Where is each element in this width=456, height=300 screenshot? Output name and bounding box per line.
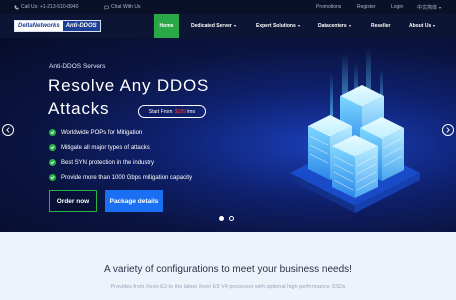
section-title: A variety of configurations to meet your… bbox=[104, 264, 352, 275]
nav-dedicated-server[interactable]: Dedicated Server bbox=[191, 14, 236, 38]
nav-dedicated-label: Dedicated Server bbox=[191, 23, 232, 29]
chevron-down-icon bbox=[433, 25, 436, 27]
nav-expert-label: Expert Solutions bbox=[256, 23, 296, 29]
features-section: A variety of configurations to meet your… bbox=[0, 232, 456, 300]
price-suffix: /mo bbox=[186, 108, 196, 115]
feature-text: Provide more than 1000 Gbps mitigation c… bbox=[61, 174, 193, 181]
hero-kicker: Anti-DDOS Servers bbox=[49, 63, 106, 70]
slider-dots bbox=[219, 216, 234, 221]
chevron-left-icon bbox=[6, 127, 10, 133]
feature-text: Best SYN protection in the industry bbox=[61, 159, 155, 166]
check-icon bbox=[49, 174, 56, 181]
feature-text: Mitigate all major types of attacks bbox=[61, 144, 150, 151]
promotions-link[interactable]: Promotions bbox=[316, 4, 341, 10]
nav-home-label: Home bbox=[159, 23, 174, 29]
server-cluster-illustration bbox=[290, 48, 420, 213]
phone-icon bbox=[14, 5, 19, 9]
nav-about-label: About Us bbox=[409, 23, 432, 29]
order-now-button[interactable]: Order now bbox=[49, 190, 97, 212]
chevron-down-icon bbox=[439, 7, 442, 9]
chevron-down-icon bbox=[233, 25, 236, 27]
chevron-down-icon bbox=[297, 25, 300, 27]
feature-item: Best SYN protection in the industry bbox=[49, 155, 192, 170]
phone-text: Call Us: +1-213-510-8940 bbox=[21, 4, 79, 10]
check-icon bbox=[49, 129, 56, 136]
language-label: 中文简体 bbox=[417, 5, 438, 11]
top-bar: Call Us: +1-213-510-8940 Chat With Us Pr… bbox=[0, 0, 456, 14]
check-icon bbox=[49, 144, 56, 151]
chat-link[interactable]: Chat With Us bbox=[104, 4, 140, 10]
main-navbar: DeltaNetworks Anti-DDOS Home Dedicated S… bbox=[0, 14, 456, 38]
hero-slider: Anti-DDOS Servers Resolve Any DDOS Attac… bbox=[0, 38, 456, 232]
brand-logo[interactable]: DeltaNetworks Anti-DDOS bbox=[14, 20, 101, 32]
price-value: $189 bbox=[174, 108, 186, 115]
chat-text: Chat With Us bbox=[111, 4, 141, 10]
nav-datacenters[interactable]: Datacenters bbox=[318, 14, 351, 38]
feature-text: Worldwide POPs for Mitigation bbox=[61, 129, 143, 136]
feature-list: Worldwide POPs for Mitigation Mitigate a… bbox=[49, 125, 192, 185]
phone-contact[interactable]: Call Us: +1-213-510-8940 bbox=[14, 4, 78, 10]
language-selector[interactable]: 中文简体 bbox=[417, 4, 442, 11]
chat-icon bbox=[104, 5, 109, 10]
slider-prev-arrow[interactable] bbox=[2, 124, 14, 136]
chevron-down-icon bbox=[348, 25, 351, 27]
section-subtitle: Provides from Xeon E3 to the latest Xeon… bbox=[110, 284, 346, 290]
nav-reseller-label: Reseller bbox=[371, 23, 391, 29]
price-badge: Start From $189/mo bbox=[138, 105, 206, 118]
chevron-right-icon bbox=[446, 127, 450, 133]
login-link[interactable]: Login bbox=[391, 4, 403, 10]
price-prefix: Start From bbox=[148, 108, 173, 115]
nav-reseller[interactable]: Reseller bbox=[371, 14, 390, 38]
nav-datacenters-label: Datacenters bbox=[318, 23, 347, 29]
check-icon bbox=[49, 159, 56, 166]
hero-headline-line1: Resolve Any DDOS bbox=[48, 76, 210, 95]
slider-next-arrow[interactable] bbox=[442, 124, 454, 136]
feature-item: Mitigate all major types of attacks bbox=[49, 140, 192, 155]
hero-headline-line2: Attacks bbox=[48, 99, 110, 118]
nav-about-us[interactable]: About Us bbox=[409, 14, 436, 38]
feature-item: Worldwide POPs for Mitigation bbox=[49, 125, 192, 140]
register-link[interactable]: Register bbox=[357, 4, 376, 10]
logo-text-secondary: Anti-DDOS bbox=[62, 21, 100, 31]
slider-dot[interactable] bbox=[229, 216, 234, 221]
logo-text-primary: DeltaNetworks bbox=[15, 21, 63, 31]
nav-home[interactable]: Home bbox=[154, 14, 179, 38]
package-details-button[interactable]: Package details bbox=[105, 190, 163, 212]
slider-dot-active[interactable] bbox=[219, 216, 224, 221]
nav-expert-solutions[interactable]: Expert Solutions bbox=[256, 14, 300, 38]
feature-item: Provide more than 1000 Gbps mitigation c… bbox=[49, 170, 192, 185]
